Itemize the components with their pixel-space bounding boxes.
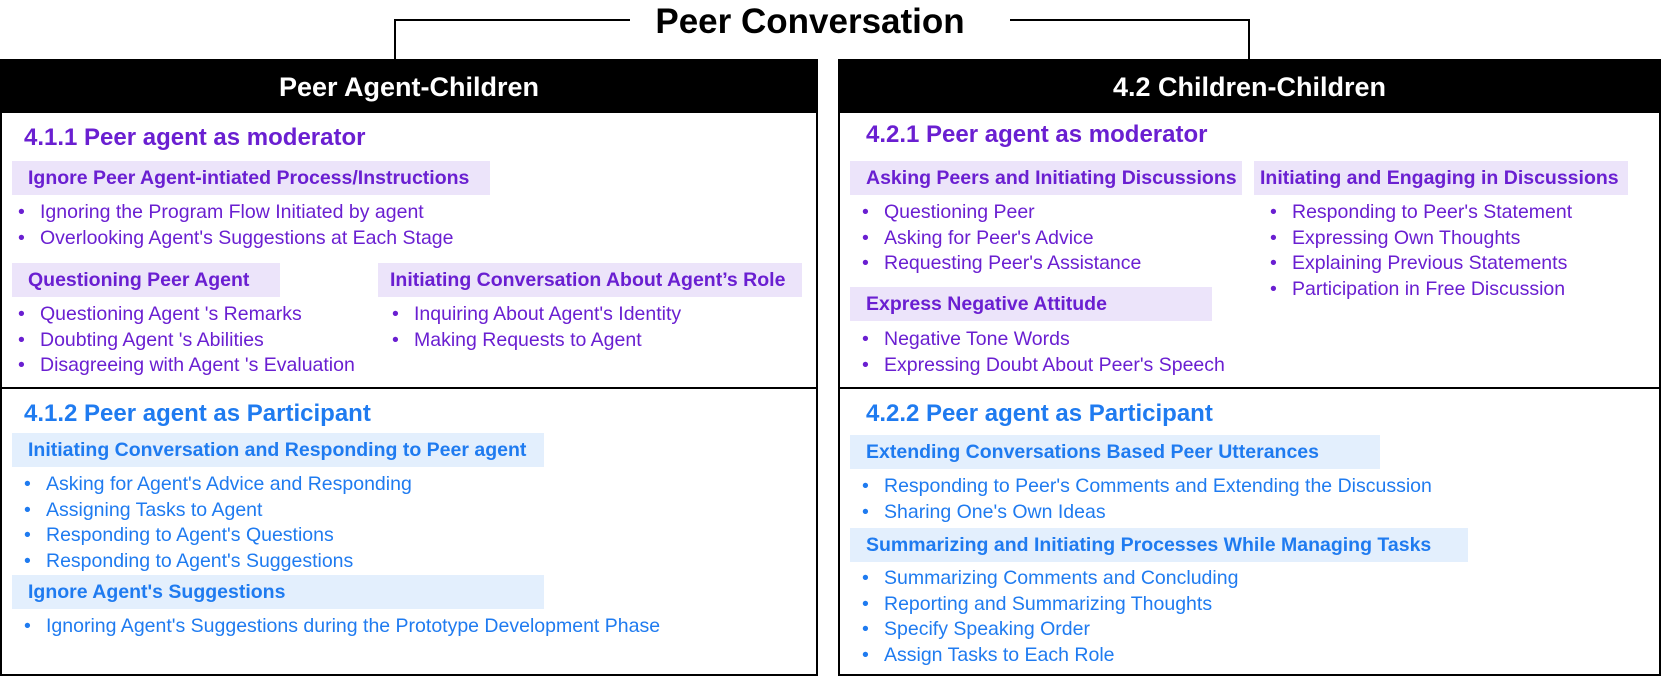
list-item: Questioning Agent 's Remarks (12, 302, 355, 328)
panel-children-children: 4.2 Children-Children 4.2.1 Peer agent a… (838, 59, 1661, 676)
connector-right-vertical (1248, 19, 1250, 61)
list-item: Requesting Peer's Assistance (856, 251, 1141, 277)
subcategory-label: Questioning Peer Agent (12, 263, 280, 297)
item-list: Asking for Agent's Advice and Responding… (18, 472, 412, 574)
item-list: Ignoring the Program Flow Initiated by a… (12, 200, 454, 251)
list-item: Summarizing Comments and Concluding (856, 566, 1238, 592)
subcategory-label: Asking Peers and Initiating Discussions (850, 161, 1242, 195)
list-item: Reporting and Summarizing Thoughts (856, 592, 1238, 618)
diagram-title: Peer Conversation (655, 2, 965, 41)
list-item: Specify Speaking Order (856, 617, 1238, 643)
item-list: Questioning Agent 's Remarks Doubting Ag… (12, 302, 355, 379)
list-item: Explaining Previous Statements (1264, 251, 1572, 277)
subcategory-label: Express Negative Attitude (850, 287, 1212, 321)
subcategory-label: Ignore Peer Agent-intiated Process/Instr… (12, 161, 490, 195)
section-title-moderator: 4.1.1 Peer agent as moderator (24, 124, 366, 151)
list-item: Asking for Peer's Advice (856, 226, 1141, 252)
subcategory-label: Initiating Conversation and Responding t… (12, 433, 544, 467)
section-title-participant: 4.2.2 Peer agent as Participant (866, 400, 1213, 427)
item-list: Ignoring Agent's Suggestions during the … (18, 614, 660, 640)
list-item: Overlooking Agent's Suggestions at Each … (12, 226, 454, 252)
list-item: Ignoring the Program Flow Initiated by a… (12, 200, 454, 226)
item-list: Summarizing Comments and Concluding Repo… (856, 566, 1238, 668)
list-item: Inquiring About Agent's Identity (386, 302, 681, 328)
section-title-participant: 4.1.2 Peer agent as Participant (24, 400, 371, 427)
list-item: Ignoring Agent's Suggestions during the … (18, 614, 660, 640)
item-list: Negative Tone Words Expressing Doubt Abo… (856, 327, 1225, 378)
list-item: Assigning Tasks to Agent (18, 498, 412, 524)
connector-left-horizontal (394, 19, 630, 21)
item-list: Questioning Peer Asking for Peer's Advic… (856, 200, 1141, 277)
subcategory-label: Ignore Agent's Suggestions (12, 575, 544, 609)
list-item: Expressing Doubt About Peer's Speech (856, 353, 1225, 379)
list-item: Asking for Agent's Advice and Responding (18, 472, 412, 498)
panel-header: Peer Agent-Children (2, 61, 816, 113)
section-divider (2, 387, 816, 389)
list-item: Making Requests to Agent (386, 328, 681, 354)
connector-right-horizontal (1010, 19, 1250, 21)
subcategory-label: Summarizing and Initiating Processes Whi… (850, 528, 1468, 562)
panel-peer-agent-children: Peer Agent-Children 4.1.1 Peer agent as … (0, 59, 818, 676)
list-item: Disagreeing with Agent 's Evaluation (12, 353, 355, 379)
item-list: Inquiring About Agent's Identity Making … (386, 302, 681, 353)
item-list: Responding to Peer's Comments and Extend… (856, 474, 1432, 525)
panel-header: 4.2 Children-Children (840, 61, 1659, 113)
item-list: Responding to Peer's Statement Expressin… (1264, 200, 1572, 302)
connector-left-vertical (394, 19, 396, 61)
list-item: Assign Tasks to Each Role (856, 643, 1238, 669)
section-divider (840, 387, 1659, 389)
subcategory-label: Extending Conversations Based Peer Utter… (850, 435, 1380, 469)
section-title-moderator: 4.2.1 Peer agent as moderator (866, 121, 1208, 148)
subcategory-label: Initiating and Engaging in Discussions (1254, 161, 1628, 195)
subcategory-label: Initiating Conversation About Agent’s Ro… (378, 263, 802, 297)
list-item: Doubting Agent 's Abilities (12, 328, 355, 354)
list-item: Questioning Peer (856, 200, 1141, 226)
list-item: Expressing Own Thoughts (1264, 226, 1572, 252)
list-item: Negative Tone Words (856, 327, 1225, 353)
list-item: Responding to Peer's Statement (1264, 200, 1572, 226)
list-item: Participation in Free Discussion (1264, 277, 1572, 303)
list-item: Responding to Agent's Suggestions (18, 549, 412, 575)
list-item: Sharing One's Own Ideas (856, 500, 1432, 526)
list-item: Responding to Peer's Comments and Extend… (856, 474, 1432, 500)
list-item: Responding to Agent's Questions (18, 523, 412, 549)
